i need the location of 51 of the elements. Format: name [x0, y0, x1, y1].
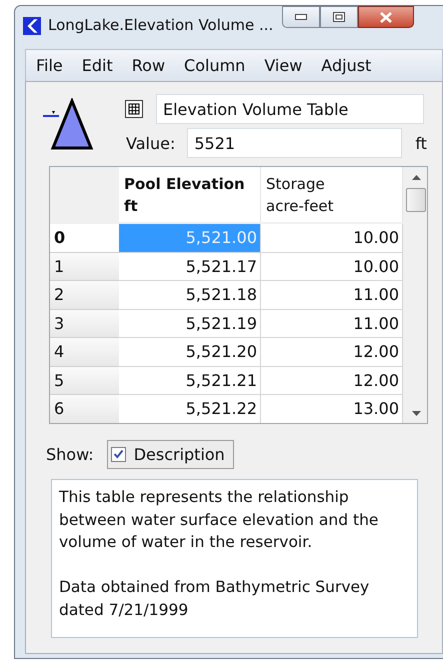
- maximize-button[interactable]: [320, 6, 358, 28]
- row-header[interactable]: 4: [50, 338, 119, 366]
- checkmark-icon: [112, 449, 124, 459]
- scroll-thumb[interactable]: [406, 188, 426, 212]
- description-text: Data obtained from Bathymetric Survey dated 7/21/1999: [59, 577, 370, 620]
- table-cell[interactable]: 10.00: [261, 224, 403, 252]
- row-header[interactable]: 5: [50, 366, 119, 395]
- app-logo-icon: [23, 17, 41, 35]
- column-header[interactable]: Storage acre-feet: [261, 167, 403, 222]
- row-header[interactable]: 6: [50, 395, 119, 423]
- description-field[interactable]: This table represents the relationship between water surface elevation and the volume of water in the reservoir. Data obtained from Bathymetric Survey dated 7/21/1999: [51, 479, 418, 638]
- table-cell[interactable]: 10.00: [261, 252, 403, 281]
- table-cell[interactable]: 5,521.22: [119, 395, 261, 423]
- table-cell[interactable]: 5,521.21: [119, 366, 261, 395]
- description-toggle[interactable]: Description: [106, 440, 234, 468]
- value-field[interactable]: 5521: [187, 128, 402, 158]
- table-cell[interactable]: 11.00: [261, 281, 403, 310]
- table-cell[interactable]: 12.00: [261, 366, 403, 395]
- row-header[interactable]: 2: [50, 281, 119, 310]
- table-cell[interactable]: 5,521.20: [119, 338, 261, 366]
- table-cell[interactable]: 12.00: [261, 338, 403, 366]
- table-cell[interactable]: 13.00: [261, 395, 403, 423]
- table-grid-icon: [125, 100, 143, 118]
- table-cell[interactable]: 11.00: [261, 310, 403, 338]
- close-button[interactable]: [358, 6, 414, 28]
- table-cell[interactable]: 5,521.18: [119, 281, 261, 310]
- close-icon: [380, 12, 392, 22]
- show-label: Show:: [46, 444, 94, 464]
- row-header[interactable]: 0: [50, 224, 119, 252]
- menu-item[interactable]: Column: [174, 54, 254, 77]
- menu-item[interactable]: View: [254, 54, 312, 77]
- checkbox[interactable]: [110, 446, 126, 462]
- minimize-icon: [295, 14, 308, 20]
- table-cell[interactable]: 5,521.19: [119, 310, 261, 338]
- table-cell[interactable]: 5,521.17: [119, 252, 261, 281]
- menu-item[interactable]: Row: [122, 54, 174, 77]
- menu-item[interactable]: File: [26, 54, 72, 77]
- column-header[interactable]: Pool Elevation ft: [119, 167, 261, 222]
- description-text: This table represents the relationship between water surface elevation and the volume of water in the reservoir.: [59, 487, 380, 553]
- scroll-down-icon[interactable]: [412, 411, 420, 416]
- row-header[interactable]: 1: [50, 252, 119, 281]
- value-label: Value:: [126, 134, 176, 152]
- maximize-icon: [333, 12, 346, 22]
- row-header[interactable]: 3: [50, 310, 119, 338]
- menu-item[interactable]: Adjust: [311, 54, 380, 77]
- minimize-button[interactable]: [282, 6, 320, 28]
- menu-item[interactable]: Edit: [72, 54, 122, 77]
- window-title: LongLake.Elevation Volume ...: [48, 16, 274, 34]
- scroll-up-icon[interactable]: [412, 175, 420, 180]
- unit-label: ft: [415, 134, 427, 152]
- name-field[interactable]: Elevation Volume Table: [156, 94, 424, 124]
